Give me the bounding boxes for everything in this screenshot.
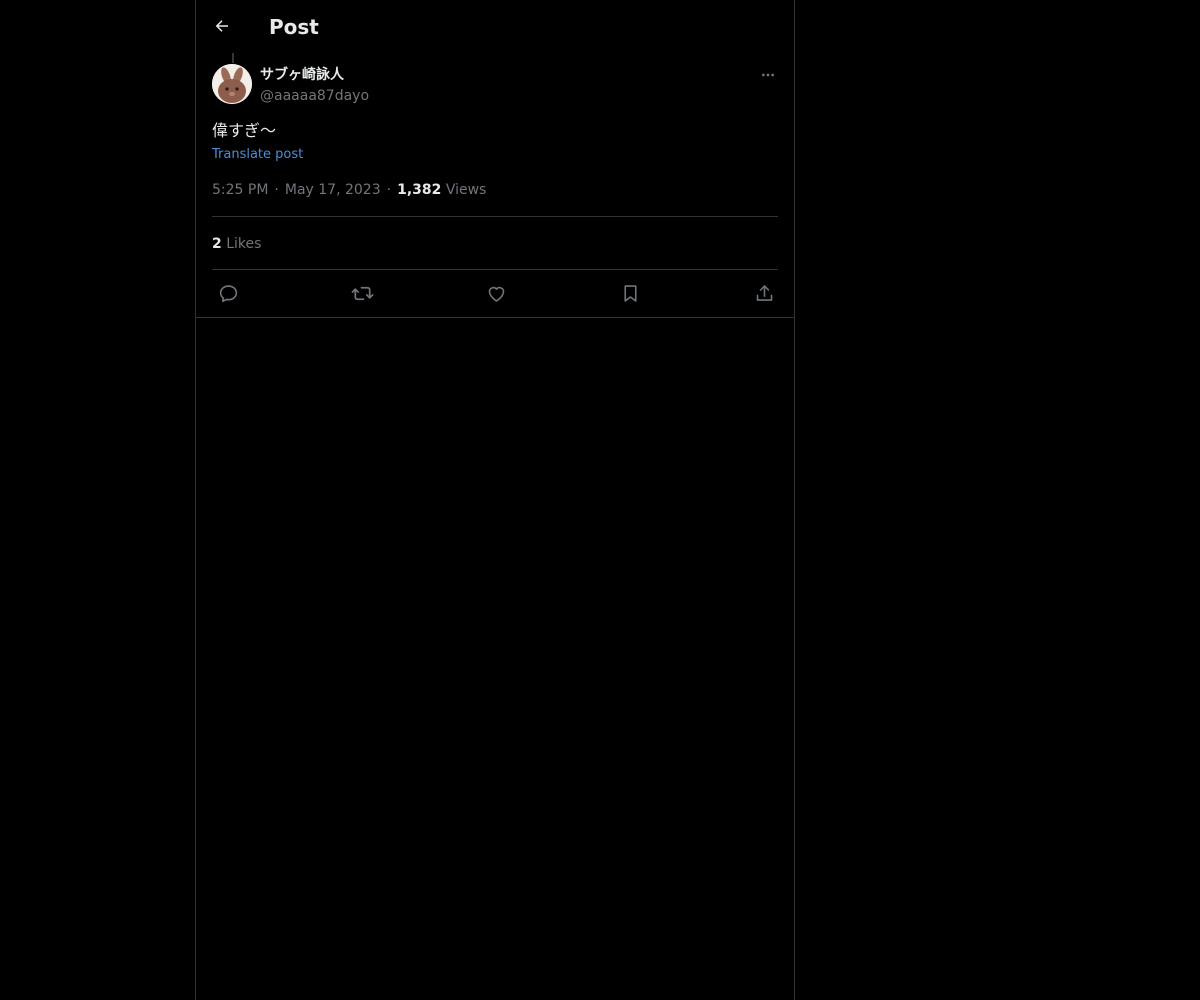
page-header: Post — [196, 0, 794, 53]
page-title: Post — [269, 15, 319, 39]
translate-post-link[interactable]: Translate post — [212, 146, 303, 164]
post-column: Post サブヶ崎詠人 @aaaaa87dayo 偉すぎ〜 Translate … — [195, 0, 795, 1000]
thread-line — [232, 53, 234, 63]
heart-icon — [486, 283, 507, 304]
post-meta: 5:25 PM · May 17, 2023 · 1,382 Views — [212, 180, 486, 200]
back-button[interactable] — [210, 14, 234, 38]
more-button[interactable] — [757, 64, 779, 86]
repost-icon — [351, 282, 374, 305]
reply-icon — [218, 283, 239, 304]
bookmark-button[interactable] — [618, 281, 642, 305]
divider — [196, 317, 794, 318]
share-icon — [754, 283, 775, 304]
divider — [212, 269, 778, 270]
views-label: Views — [445, 182, 487, 198]
meta-separator: · — [386, 182, 392, 198]
author-name[interactable]: サブヶ崎詠人 — [260, 65, 344, 85]
arrow-left-icon — [213, 17, 231, 35]
post-text: 偉すぎ〜 — [212, 121, 277, 140]
share-button[interactable] — [752, 281, 776, 305]
like-button[interactable] — [484, 281, 508, 305]
likes-count: 2 — [212, 236, 222, 252]
more-horizontal-icon — [760, 67, 776, 83]
bookmark-icon — [620, 283, 641, 304]
author-handle[interactable]: @aaaaa87dayo — [260, 86, 369, 106]
repost-button[interactable] — [350, 281, 374, 305]
meta-separator: · — [274, 182, 279, 198]
avatar[interactable] — [212, 64, 252, 104]
post-time[interactable]: 5:25 PM — [212, 182, 268, 198]
likes-count-link[interactable]: 2 Likes — [212, 234, 261, 254]
divider — [212, 216, 778, 217]
post-date[interactable]: May 17, 2023 — [285, 182, 381, 198]
likes-label: Likes — [226, 236, 262, 252]
reply-button[interactable] — [216, 281, 240, 305]
views-count: 1,382 — [397, 182, 442, 198]
